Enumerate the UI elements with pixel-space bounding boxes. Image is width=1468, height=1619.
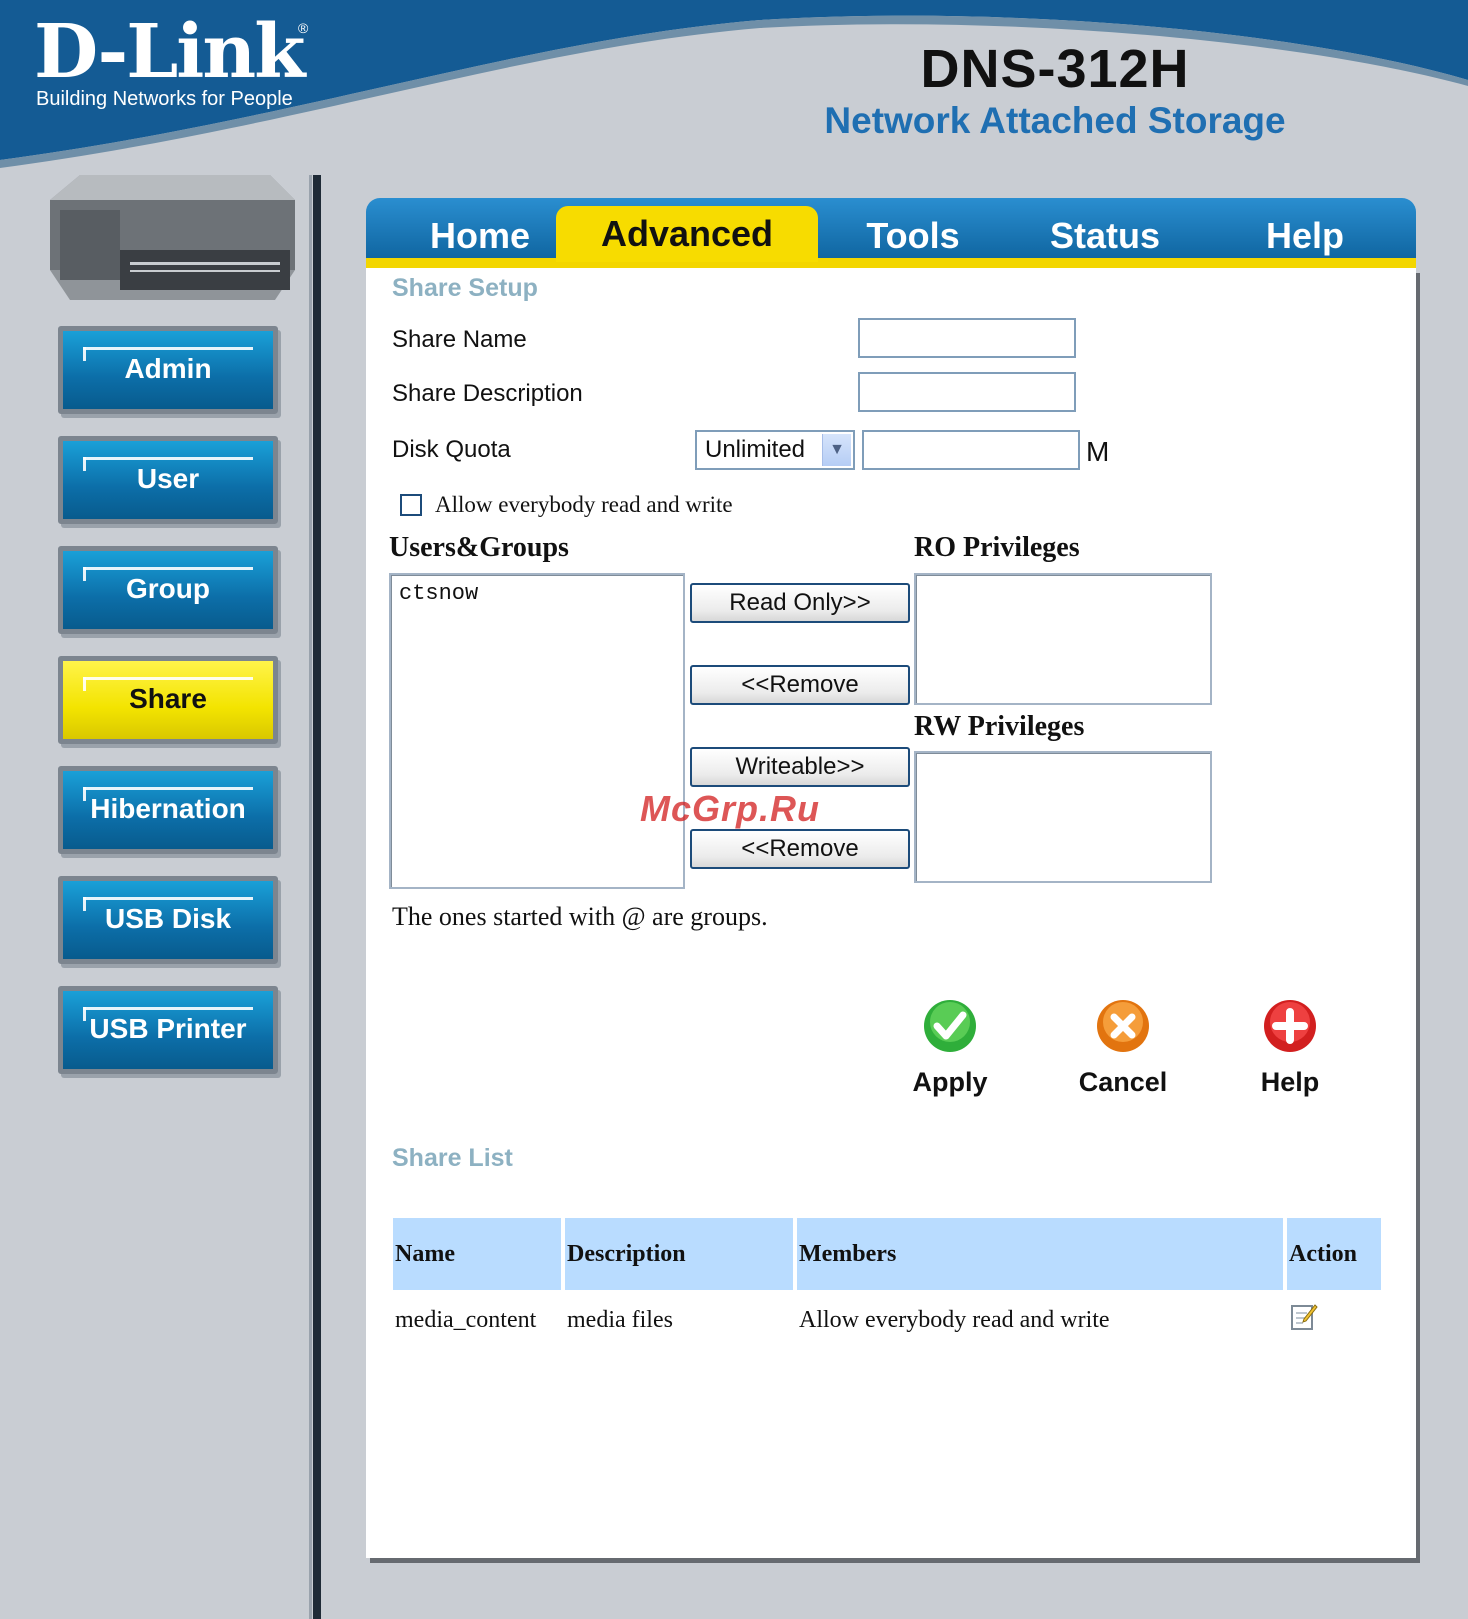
tab-help[interactable]: Help <box>1230 206 1380 262</box>
sidebar-item-usb-disk[interactable]: USB Disk <box>58 876 278 964</box>
sidebar-item-label: Admin <box>124 353 212 384</box>
disk-quota-label: Disk Quota <box>392 436 511 463</box>
sidebar-divider <box>313 175 321 1619</box>
button-highlight <box>83 677 253 680</box>
share-setup-title: Share Setup <box>392 274 538 302</box>
button-highlight <box>83 897 253 900</box>
header-banner: D-Link ® Building Networks for People DN… <box>0 0 1468 175</box>
disk-quota-select[interactable]: Unlimited ▼ <box>695 430 855 470</box>
cell-name: media_content <box>395 1306 537 1333</box>
logo-tagline: Building Networks for People <box>36 88 293 110</box>
allow-everybody-label: Allow everybody read and write <box>435 492 733 517</box>
cancel-label: Cancel <box>1078 1067 1168 1097</box>
disk-quota-unit: M <box>1086 436 1110 467</box>
help-button[interactable]: Help <box>1230 998 1350 1098</box>
sidebar-item-share[interactable]: Share <box>58 656 278 744</box>
button-highlight <box>83 1007 253 1010</box>
plus-icon <box>1264 1000 1316 1052</box>
app-frame: D-Link ® Building Networks for People DN… <box>0 0 1468 1619</box>
groups-note: The ones started with @ are groups. <box>392 902 768 931</box>
share-name-field[interactable] <box>858 318 1076 358</box>
registered-mark: ® <box>298 20 309 36</box>
nas-device-image <box>50 175 295 300</box>
share-description-label: Share Description <box>392 380 583 407</box>
cell-members: Allow everybody read and write <box>799 1306 1110 1333</box>
dlink-logo: D-Link <box>34 9 305 95</box>
checkmark-icon <box>924 1000 976 1052</box>
ro-privileges-list[interactable] <box>914 573 1212 705</box>
cell-action <box>1287 1290 1381 1350</box>
tab-tools[interactable]: Tools <box>818 206 1008 262</box>
sidebar-item-user[interactable]: User <box>58 436 278 524</box>
rw-privileges-list[interactable] <box>914 751 1212 883</box>
column-header-action: Action <box>1287 1218 1381 1290</box>
button-highlight <box>83 347 253 350</box>
button-highlight <box>83 567 253 570</box>
sidebar-item-usb-printer[interactable]: USB Printer <box>58 986 278 1074</box>
column-header-members: Members <box>797 1218 1283 1290</box>
apply-label: Apply <box>912 1067 988 1097</box>
cell-description: media files <box>567 1306 673 1333</box>
ro-privileges-label: RO Privileges <box>914 532 1080 563</box>
remove-ro-button[interactable]: <<Remove <box>690 665 910 705</box>
column-header-description: Description <box>565 1218 793 1290</box>
button-highlight <box>83 457 253 460</box>
disk-quota-field[interactable] <box>862 430 1080 470</box>
list-item[interactable]: ctsnow <box>399 581 478 606</box>
product-name: Network Attached Storage <box>824 100 1286 141</box>
sidebar-item-group[interactable]: Group <box>58 546 278 634</box>
watermark-text: McGrp.Ru <box>640 788 821 829</box>
sidebar-item-label: Share <box>129 683 207 714</box>
tab-advanced[interactable]: Advanced <box>556 206 818 262</box>
share-list-table: Name Description Members Action media_co… <box>389 1218 1385 1350</box>
close-icon <box>1097 1000 1149 1052</box>
writeable-button[interactable]: Writeable>> <box>690 747 910 787</box>
apply-button[interactable]: Apply <box>890 998 1010 1098</box>
column-header-name: Name <box>393 1218 561 1290</box>
share-list-title: Share List <box>392 1144 513 1172</box>
model-name: DNS-312H <box>920 39 1190 99</box>
table-header-row: Name Description Members Action <box>393 1218 1381 1290</box>
button-highlight <box>83 787 253 790</box>
sidebar-item-label: USB Printer <box>89 1013 247 1044</box>
disk-quota-selected: Unlimited <box>705 436 806 463</box>
sidebar-item-label: User <box>136 463 200 494</box>
share-description-field[interactable] <box>858 372 1076 412</box>
sidebar-item-label: Hibernation <box>90 793 246 824</box>
chevron-down-icon[interactable]: ▼ <box>822 434 851 466</box>
tab-status[interactable]: Status <box>1020 206 1190 262</box>
rw-privileges-label: RW Privileges <box>914 711 1085 742</box>
users-groups-label: Users&Groups <box>389 532 569 563</box>
cancel-button[interactable]: Cancel <box>1063 998 1183 1098</box>
sidebar-item-label: Group <box>126 573 210 604</box>
remove-rw-button[interactable]: <<Remove <box>690 829 910 869</box>
table-row: media_content media files Allow everybod… <box>393 1290 1381 1350</box>
read-only-button[interactable]: Read Only>> <box>690 583 910 623</box>
sidebar-divider-edge <box>309 175 312 1619</box>
allow-everybody-checkbox[interactable] <box>400 494 422 516</box>
sidebar-item-admin[interactable]: Admin <box>58 326 278 414</box>
help-label: Help <box>1260 1067 1320 1097</box>
sidebar-item-hibernation[interactable]: Hibernation <box>58 766 278 854</box>
tab-home[interactable]: Home <box>380 206 580 262</box>
edit-icon[interactable] <box>1289 1302 1319 1332</box>
share-name-label: Share Name <box>392 326 527 353</box>
sidebar-item-label: USB Disk <box>104 903 232 934</box>
users-groups-list[interactable]: ctsnow <box>389 573 685 889</box>
